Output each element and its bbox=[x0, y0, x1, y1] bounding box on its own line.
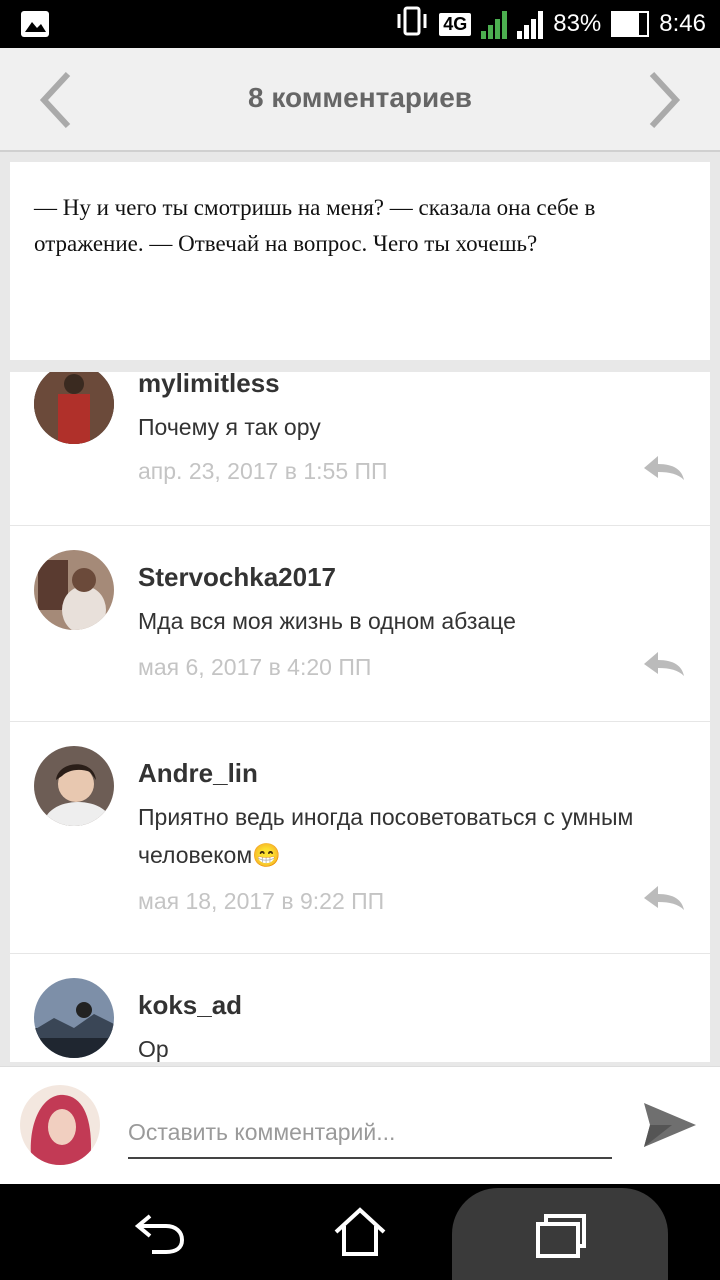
quote-text: — Ну и чего ты смотришь на меня? — сказа… bbox=[34, 195, 596, 256]
battery-percent: 83% bbox=[553, 10, 602, 37]
recent-apps-icon bbox=[536, 1214, 586, 1258]
comment-composer bbox=[0, 1066, 720, 1184]
battery-icon bbox=[611, 11, 650, 37]
avatar[interactable] bbox=[34, 746, 114, 826]
sim2-signal-icon bbox=[517, 9, 544, 39]
comment-text: Приятно ведь иногда посоветоваться с умн… bbox=[138, 804, 634, 868]
comments-screen: 8 комментариев — Ну и чего ты смотришь н… bbox=[0, 48, 720, 1184]
comment-text: Почему я так ору bbox=[138, 414, 321, 440]
send-icon[interactable] bbox=[642, 1097, 698, 1153]
comment-date: мая 18, 2017 в 9:22 ПП bbox=[138, 888, 385, 914]
page-title: 8 комментариев bbox=[247, 82, 473, 113]
comment-item: mylimitless Почему я так ору апр. 23, 20… bbox=[10, 372, 710, 526]
quoted-paragraph: — Ну и чего ты смотришь на меня? — сказа… bbox=[10, 162, 710, 360]
comment-text: Мда вся моя жизнь в одном абзаце bbox=[138, 608, 516, 634]
comment-username[interactable]: koks_ad bbox=[138, 990, 242, 1021]
comment-input[interactable] bbox=[128, 1107, 612, 1159]
comment-item: Stervochka2017 Мда вся моя жизнь в одном… bbox=[10, 526, 710, 722]
home-icon[interactable] bbox=[330, 1202, 390, 1262]
image-icon bbox=[20, 10, 50, 38]
comment-item: koks_ad Ор bbox=[10, 954, 710, 1062]
system-nav-bar bbox=[0, 1184, 720, 1280]
network-type: 4G bbox=[439, 12, 472, 36]
comment-username[interactable]: Andre_lin bbox=[138, 758, 258, 789]
comment-item: Andre_lin Приятно ведь иногда посоветова… bbox=[10, 722, 710, 954]
clock: 8:46 bbox=[659, 10, 706, 37]
avatar[interactable] bbox=[20, 1085, 100, 1165]
reply-icon[interactable] bbox=[642, 884, 686, 912]
status-bar: 4G 83% 8:46 bbox=[0, 0, 720, 48]
avatar[interactable] bbox=[34, 372, 114, 444]
comment-username[interactable]: mylimitless bbox=[138, 372, 280, 399]
sim1-signal-icon bbox=[481, 9, 508, 39]
comment-date: апр. 23, 2017 в 1:55 ПП bbox=[138, 458, 388, 484]
reply-icon[interactable] bbox=[642, 454, 686, 482]
vibrate-icon bbox=[395, 6, 429, 43]
header: 8 комментариев bbox=[0, 48, 720, 152]
reply-icon[interactable] bbox=[642, 650, 686, 678]
back-icon[interactable] bbox=[130, 1202, 190, 1262]
chevron-right-icon[interactable] bbox=[634, 70, 694, 130]
comment-text: Ор bbox=[138, 1036, 169, 1062]
comment-list[interactable]: mylimitless Почему я так ору апр. 23, 20… bbox=[10, 372, 710, 1062]
recent-apps-button[interactable] bbox=[452, 1188, 668, 1280]
avatar[interactable] bbox=[34, 550, 114, 630]
comment-username[interactable]: Stervochka2017 bbox=[138, 562, 336, 593]
avatar[interactable] bbox=[34, 978, 114, 1058]
comment-date: мая 6, 2017 в 4:20 ПП bbox=[138, 654, 372, 680]
